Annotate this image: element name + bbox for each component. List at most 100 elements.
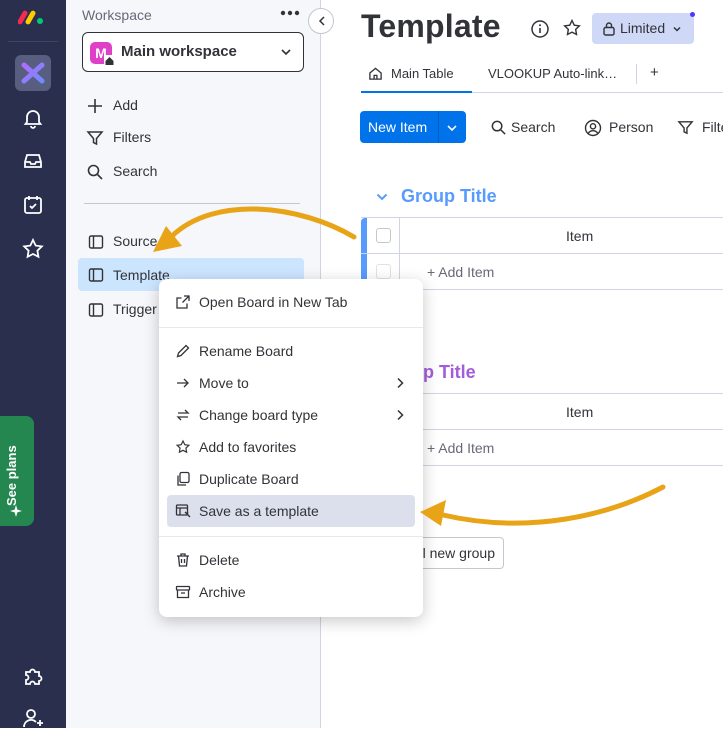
- inbox-icon[interactable]: [21, 149, 45, 173]
- filters-label: Filters: [113, 129, 152, 145]
- menu-item-delete[interactable]: Delete: [167, 544, 415, 576]
- menu-item-archive[interactable]: Archive: [167, 576, 415, 608]
- limited-access-button[interactable]: Limited: [592, 13, 694, 44]
- add-button[interactable]: Add: [86, 96, 236, 116]
- board-context-menu: Open Board in New Tab Rename Board Move …: [159, 279, 423, 617]
- archive-icon: [175, 585, 191, 599]
- search-button[interactable]: Search: [490, 118, 570, 138]
- row-checkbox[interactable]: [376, 264, 391, 279]
- person-label: Person: [609, 119, 654, 135]
- workspaces-icon[interactable]: [15, 55, 51, 91]
- workspace-name: Main workspace: [121, 43, 237, 60]
- swap-icon: [176, 409, 190, 421]
- duplicate-icon: [177, 471, 190, 486]
- new-item-button[interactable]: New Item: [360, 111, 466, 143]
- invite-user-icon[interactable]: [21, 706, 45, 730]
- see-plans-label: See plans: [4, 445, 19, 506]
- chevron-down-icon[interactable]: [375, 190, 389, 204]
- sidebar-item-source[interactable]: Source: [78, 225, 304, 258]
- menu-item-add-to-favorites[interactable]: Add to favorites: [167, 431, 415, 463]
- menu-item-move-to[interactable]: Move to: [167, 367, 415, 399]
- add-new-group-label: l new group: [422, 545, 495, 561]
- board-icon: [88, 235, 104, 249]
- workspace-selector[interactable]: M Main workspace: [82, 32, 304, 72]
- menu-item-label: Save as a template: [199, 503, 319, 519]
- add-label: Add: [113, 97, 138, 113]
- sparkle-icon: [10, 505, 22, 517]
- menu-item-label: Open Board in New Tab: [199, 294, 348, 310]
- menu-item-label: Rename Board: [199, 343, 294, 359]
- person-icon: [584, 119, 602, 137]
- home-icon: [104, 55, 115, 66]
- lock-icon: [603, 22, 615, 36]
- chevron-right-icon: [397, 377, 404, 389]
- limited-label: Limited: [620, 20, 666, 36]
- page-title: Template: [361, 8, 501, 44]
- star-icon[interactable]: [21, 237, 45, 261]
- active-tab-indicator: [361, 91, 472, 93]
- puzzle-icon[interactable]: [21, 664, 45, 688]
- search-icon: [491, 120, 506, 135]
- table-header-row: Item: [361, 218, 723, 254]
- menu-item-label: Change board type: [199, 407, 319, 423]
- menu-item-open-new-tab[interactable]: Open Board in New Tab: [167, 286, 415, 318]
- star-icon: [175, 439, 191, 454]
- favorite-star-icon[interactable]: [562, 18, 582, 38]
- arrow-right-icon: [177, 378, 189, 388]
- column-header-item: Item: [566, 404, 594, 420]
- menu-item-duplicate-board[interactable]: Duplicate Board: [167, 463, 415, 495]
- search-icon: [87, 164, 103, 180]
- external-link-icon: [176, 295, 190, 309]
- search-label: Search: [511, 119, 556, 135]
- trash-icon: [177, 553, 189, 567]
- filter-icon: [677, 121, 694, 135]
- calendar-check-icon[interactable]: [21, 193, 45, 217]
- menu-item-label: Delete: [199, 552, 240, 568]
- monday-logo[interactable]: [18, 6, 46, 30]
- menu-item-label: Move to: [199, 375, 249, 391]
- filter-button[interactable]: Filte: [677, 118, 723, 138]
- board-icon: [88, 268, 104, 282]
- menu-item-save-as-template[interactable]: Save as a template: [167, 495, 415, 527]
- add-item-button[interactable]: + Add Item: [427, 264, 494, 280]
- left-rail: See plans: [0, 0, 66, 728]
- menu-item-label: Archive: [199, 584, 246, 600]
- menu-item-label: Add to favorites: [199, 439, 297, 455]
- board-icon: [88, 303, 104, 317]
- more-options-icon[interactable]: [280, 10, 300, 16]
- column-header-item: Item: [566, 228, 594, 244]
- group-title[interactable]: Group Title: [401, 186, 497, 207]
- info-icon[interactable]: [530, 19, 550, 39]
- select-all-checkbox[interactable]: [376, 228, 391, 243]
- search-button[interactable]: Search: [86, 162, 236, 182]
- tab-vlookup[interactable]: VLOOKUP Auto-link…: [488, 66, 617, 81]
- add-item-button[interactable]: + Add Item: [427, 440, 494, 456]
- notification-dot: [690, 12, 695, 17]
- sidebar-item-label: Trigger: [113, 301, 157, 317]
- bell-icon[interactable]: [21, 106, 45, 130]
- menu-item-change-board-type[interactable]: Change board type: [167, 399, 415, 431]
- home-icon: [369, 67, 382, 80]
- see-plans-button[interactable]: See plans: [0, 416, 34, 526]
- sidebar-item-label: Source: [113, 233, 158, 249]
- tab-main-table[interactable]: Main Table: [368, 64, 468, 86]
- person-filter-button[interactable]: Person: [584, 118, 664, 138]
- chevron-right-icon: [397, 409, 404, 421]
- workspace-label: Workspace: [82, 7, 152, 23]
- search-label: Search: [113, 163, 158, 179]
- tab-label: Main Table: [391, 66, 454, 81]
- chevron-down-icon[interactable]: [446, 122, 458, 134]
- menu-item-label: Duplicate Board: [199, 471, 299, 487]
- filters-button[interactable]: Filters: [86, 128, 236, 148]
- chevron-down-icon: [281, 49, 291, 56]
- plus-icon: [88, 99, 102, 113]
- menu-item-rename-board[interactable]: Rename Board: [167, 335, 415, 367]
- filter-icon: [86, 131, 104, 146]
- new-item-label: New Item: [368, 119, 428, 135]
- filter-label: Filte: [702, 119, 723, 135]
- pencil-icon: [176, 344, 190, 358]
- chevron-down-icon: [673, 26, 681, 32]
- sidebar-divider: [84, 203, 300, 204]
- add-view-button[interactable]: +: [650, 64, 659, 81]
- template-icon: [175, 504, 191, 518]
